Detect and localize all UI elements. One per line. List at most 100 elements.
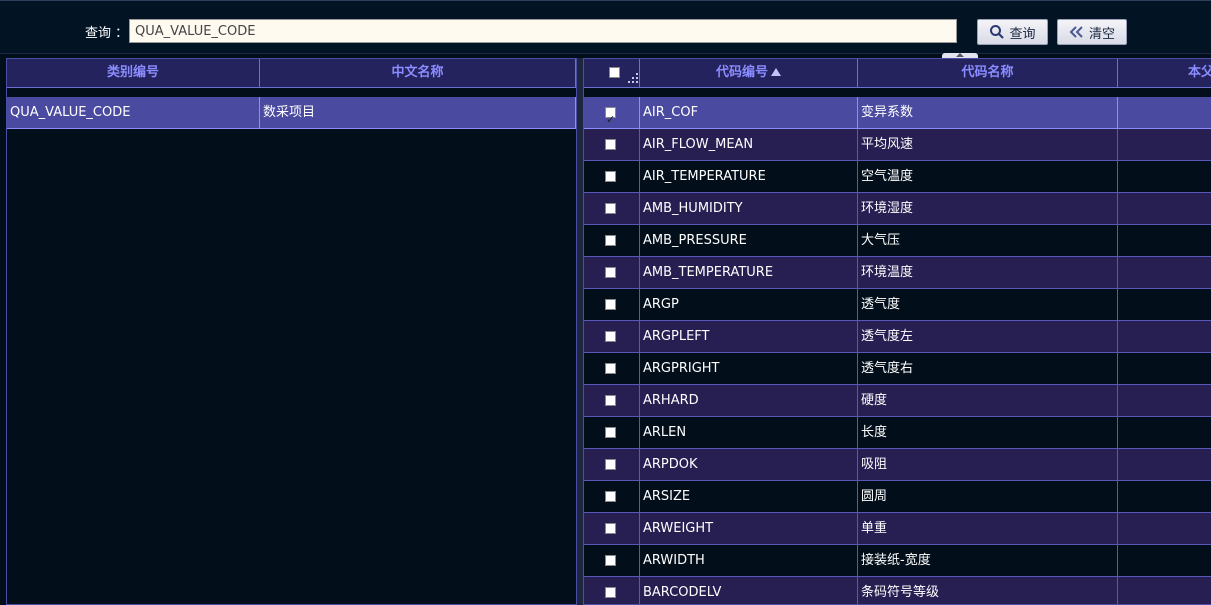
- cell-code-name: 环境湿度: [858, 193, 1118, 225]
- cell-code-name: 空气温度: [858, 161, 1118, 193]
- cell-select: [584, 481, 640, 513]
- cell-code-name: 吸阻: [858, 449, 1118, 481]
- row-checkbox[interactable]: [605, 203, 616, 214]
- table-row[interactable]: AIR_COF变异系数: [584, 97, 1211, 129]
- table-row[interactable]: ARPDOK 吸阻: [584, 449, 1211, 481]
- clear-button-label: 清空: [1088, 26, 1115, 42]
- table-row[interactable]: AMB_HUMIDITY 环境湿度: [584, 193, 1211, 225]
- select-all-checkbox[interactable]: [609, 67, 620, 78]
- row-checkbox[interactable]: [605, 363, 616, 374]
- search-button[interactable]: 查询: [977, 19, 1048, 45]
- column-header-code-name[interactable]: 代码名称: [858, 59, 1118, 87]
- search-input[interactable]: [129, 19, 957, 43]
- cell-code-name: 平均风速: [858, 129, 1118, 161]
- cell-code-name: 接装纸-宽度: [858, 545, 1118, 577]
- cell-parent: [1118, 417, 1211, 449]
- row-checkbox[interactable]: [605, 491, 616, 502]
- cell-code: ARGPLEFT: [640, 321, 858, 353]
- cell-select: [584, 449, 640, 481]
- magnifier-icon: [990, 25, 1005, 39]
- cell-code-name: 变异系数: [858, 97, 1118, 129]
- table-row[interactable]: ARGP 透气度: [584, 289, 1211, 321]
- row-checkbox[interactable]: [605, 555, 616, 566]
- cell-code-name: 大气压: [858, 225, 1118, 257]
- cell-parent: [1118, 577, 1211, 604]
- row-checkbox[interactable]: [605, 427, 616, 438]
- cell-code: ARGP: [640, 289, 858, 321]
- table-row[interactable]: QUA_VALUE_CODE 数采项目: [7, 97, 576, 129]
- row-checkbox[interactable]: [605, 104, 616, 128]
- row-checkbox[interactable]: [605, 299, 616, 310]
- cell-code-name: 圆周: [858, 481, 1118, 513]
- row-checkbox[interactable]: [605, 523, 616, 534]
- column-header-select-all[interactable]: [584, 59, 640, 87]
- row-checkbox[interactable]: [605, 139, 616, 150]
- column-header-chinese-name[interactable]: 中文名称: [260, 59, 576, 87]
- category-grid-header: 类别编号 中文名称: [7, 59, 576, 88]
- column-header-category-code[interactable]: 类别编号: [7, 59, 260, 87]
- cell-select: [584, 545, 640, 577]
- column-header-code-label: 代码编号: [715, 65, 768, 80]
- table-row[interactable]: ARHARD 硬度: [584, 385, 1211, 417]
- cell-select: [584, 257, 640, 289]
- cell-code-name: 条码符号等级: [858, 577, 1118, 604]
- table-row[interactable]: ARWIDTH 接装纸-宽度: [584, 545, 1211, 577]
- cell-select: [584, 97, 640, 129]
- column-header-code[interactable]: 代码编号: [640, 59, 858, 87]
- row-checkbox[interactable]: [605, 235, 616, 246]
- cell-select: [584, 225, 640, 257]
- cell-code-name: 硬度: [858, 385, 1118, 417]
- cell-parent: [1118, 97, 1211, 129]
- cell-code: AMB_PRESSURE: [640, 225, 858, 257]
- table-row[interactable]: AMB_PRESSURE 大气压: [584, 225, 1211, 257]
- row-checkbox[interactable]: [605, 395, 616, 406]
- row-checkbox[interactable]: [605, 171, 616, 182]
- cell-select: [584, 577, 640, 604]
- double-back-arrow-icon: [1069, 26, 1083, 38]
- cell-code-name: 单重: [858, 513, 1118, 545]
- table-row[interactable]: BARCODELV 条码符号等级: [584, 577, 1211, 604]
- table-row[interactable]: AMB_TEMPERATURE 环境温度: [584, 257, 1211, 289]
- cell-select: [584, 385, 640, 417]
- cell-select: [584, 289, 640, 321]
- table-row[interactable]: ARSIZE 圆周: [584, 481, 1211, 513]
- cell-code-name: 长度: [858, 417, 1118, 449]
- cell-parent: [1118, 353, 1211, 385]
- cell-code: AMB_HUMIDITY: [640, 193, 858, 225]
- table-row[interactable]: ARWEIGHT 单重: [584, 513, 1211, 545]
- cell-select: [584, 129, 640, 161]
- code-grid: 代码编号 代码名称 本父 AIR_COF变异系数AIR_FLOW_MEAN平均风…: [583, 58, 1211, 605]
- cell-parent: [1118, 257, 1211, 289]
- table-row[interactable]: AIR_TEMPERATURE 空气温度: [584, 161, 1211, 193]
- row-checkbox[interactable]: [605, 267, 616, 278]
- table-row[interactable]: ARLEN 长度: [584, 417, 1211, 449]
- cell-parent: [1118, 545, 1211, 577]
- cell-code: ARGPRIGHT: [640, 353, 858, 385]
- cell-select: [584, 193, 640, 225]
- cell-parent: [1118, 321, 1211, 353]
- cell-code: AIR_TEMPERATURE: [640, 161, 858, 193]
- table-row[interactable]: AIR_FLOW_MEAN 平均风速: [584, 129, 1211, 161]
- cell-code: ARWIDTH: [640, 545, 858, 577]
- grid-spacer: [584, 88, 1211, 97]
- column-header-parent[interactable]: 本父: [1118, 59, 1211, 87]
- clear-button[interactable]: 清空: [1057, 19, 1127, 45]
- cell-code: ARSIZE: [640, 481, 858, 513]
- cell-code-name: 透气度左: [858, 321, 1118, 353]
- cell-select: [584, 353, 640, 385]
- cell-code: AIR_COF: [640, 97, 858, 129]
- table-row[interactable]: ARGPLEFT 透气度左: [584, 321, 1211, 353]
- cell-category-code: QUA_VALUE_CODE: [7, 97, 260, 129]
- cell-parent: [1118, 161, 1211, 193]
- search-toolbar: 查询 ： 查询 清空: [0, 0, 1211, 54]
- cell-code: BARCODELV: [640, 577, 858, 604]
- row-checkbox[interactable]: [605, 331, 616, 342]
- table-row[interactable]: ARGPRIGHT 透气度右: [584, 353, 1211, 385]
- grid-spacer: [7, 88, 576, 97]
- row-checkbox[interactable]: [605, 459, 616, 470]
- cell-code-name: 透气度右: [858, 353, 1118, 385]
- cell-code: ARWEIGHT: [640, 513, 858, 545]
- cell-code-name: 透气度: [858, 289, 1118, 321]
- row-checkbox[interactable]: [605, 587, 616, 598]
- cell-parent: [1118, 225, 1211, 257]
